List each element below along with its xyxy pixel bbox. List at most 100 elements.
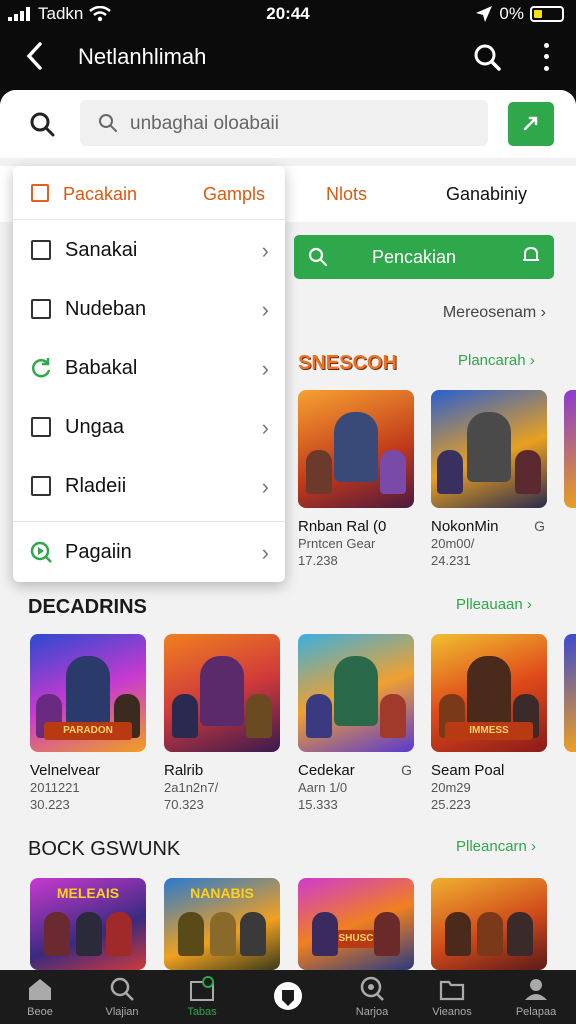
filter-search-button[interactable]: Pencakian [294,235,554,279]
game-name: Seam Poal [431,762,505,779]
game-thumbnail [298,634,414,752]
dropdown-header-action[interactable]: Gampls [203,184,265,205]
home-icon [29,979,51,1000]
game-name: Cedekar [298,762,355,779]
search-icon [110,977,134,1001]
location-icon [360,976,384,1001]
game-meta: Aarn 1/0 [298,780,348,795]
tabs-icon [190,976,214,1001]
game-card-peek [564,390,576,508]
divider [13,521,285,522]
game-thumbnail: MELEAIS [30,878,146,970]
more-options-button[interactable] [536,40,556,74]
section-link-decadrins[interactable]: Plleauaan › [456,596,532,613]
bell-icon [522,245,540,270]
game-thumbnail: NANABIS [164,878,280,970]
game-card[interactable]: PARADON Velnelvear 2011221 30.223 [30,634,146,813]
back-arrow-icon [26,42,42,70]
dropdown-item[interactable]: Rladeii › [13,458,285,517]
game-card[interactable]: Ralrib 2a1n2n7/ 70.323 [164,634,280,813]
game-card[interactable]: Cedekar Aarn 1/0 15.333 G [298,634,414,813]
game-card[interactable]: MELEAIS [30,878,146,970]
chevron-right-icon: › [261,415,269,440]
search-input[interactable]: unbaghai oloabaii [80,100,488,146]
game-badge: G [534,518,545,534]
filter-dropdown: Pacakain Gampls Sanakai › Nudeban › Baba… [13,166,285,582]
game-card-peek [564,634,576,752]
checkbox[interactable] [31,476,51,496]
main-content: unbaghai oloabaii Nlots Ganabiniy Pencak… [0,90,576,970]
search-icon [308,247,328,267]
appbar-search-button[interactable] [472,42,502,72]
game-card[interactable] [431,878,547,970]
back-button[interactable] [24,40,44,80]
checkbox[interactable] [31,240,51,260]
tab-nlots[interactable]: Nlots [326,184,367,205]
game-card[interactable]: SHUSC [298,878,414,970]
checkbox[interactable] [31,184,49,202]
arrow-icon [523,116,538,131]
game-name: Rnban Ral (0 [298,518,387,535]
dropdown-item[interactable]: Ungaa › [13,399,285,458]
search-row: unbaghai oloabaii [0,90,576,158]
see-all-link[interactable]: Mereosenam › [443,304,546,322]
dropdown-item[interactable]: Babakal › [13,340,285,399]
app-bar: Netlanhlimah [0,28,576,90]
search-lead-icon[interactable] [28,110,56,138]
search-submit-button[interactable] [508,102,554,146]
game-thumbnail: SHUSC [298,878,414,970]
section-link-bock-gswunk[interactable]: Plleancarn › [456,838,536,855]
play-search-icon [29,540,53,564]
game-card[interactable]: NokonMin 20m00/ 24.231 G [431,390,547,569]
dropdown-item[interactable]: Nudeban › [13,281,285,340]
search-icon [30,112,55,137]
game-thumbnail [431,390,547,508]
game-card[interactable]: NANABIS [164,878,280,970]
nav-profile[interactable]: Pelapaa [496,976,576,1018]
game-thumbnail [431,878,547,970]
section-title-snescoh: SNESCOH [298,352,397,374]
game-name: NokonMin [431,518,499,535]
location-arrow-icon [476,6,493,22]
game-badge: G [401,762,412,778]
section-link-snescoh[interactable]: Plancarah › [458,352,535,369]
game-thumbnail [298,390,414,508]
bottom-navigation: Beoe Vlajian Tabas Narjoa Vieanos Pelapa… [0,970,576,1024]
game-thumbnail [164,634,280,752]
search-placeholder: unbaghai oloabaii [130,113,279,134]
chevron-right-icon: › [261,297,269,322]
nav-folder[interactable]: Vieanos [412,976,492,1018]
page-title: Netlanhlimah [78,44,207,69]
game-card[interactable]: Rnban Ral (0 Prntcen Gear 17.238 [298,390,414,569]
refresh-search-icon[interactable] [29,356,53,380]
dropdown-header-label: Pacakain [63,184,138,204]
dropdown-item[interactable]: Sanakai › [13,222,285,281]
game-meta: 20m29 [431,780,471,795]
folder-icon [439,980,465,1001]
battery-percent: 0% [499,4,524,23]
checkbox[interactable] [31,417,51,437]
nav-center-app[interactable] [248,976,328,1016]
game-stat: 15.333 [298,797,338,812]
dropdown-header[interactable]: Pacakain Gampls [13,166,285,220]
search-icon [474,44,501,71]
nav-location[interactable]: Narjoa [332,976,412,1018]
chevron-right-icon: › [261,356,269,381]
tab-ganabiniy[interactable]: Ganabiniy [446,184,527,205]
game-name: Ralrib [164,762,204,779]
dropdown-footer-item[interactable]: Pagaiin › [13,524,285,583]
section-title-bock-gswunk: BOCK GSWUNK [28,838,181,860]
profile-icon [525,979,547,1000]
game-thumbnail: PARADON [30,634,146,752]
game-stat: 30.223 [30,797,70,812]
checkbox[interactable] [31,299,51,319]
nav-search[interactable]: Vlajian [82,976,162,1018]
center-app-icon [274,982,302,1010]
game-meta: 2a1n2n7/ [164,780,219,795]
game-thumbnail: IMMESS [431,634,547,752]
section-title-decadrins: DECADRINS [28,596,147,618]
game-meta: 20m00/ [431,536,475,551]
nav-tabs[interactable]: Tabas [162,976,242,1018]
nav-home[interactable]: Beoe [0,976,80,1018]
game-card[interactable]: IMMESS Seam Poal 20m29 25.223 [431,634,547,813]
